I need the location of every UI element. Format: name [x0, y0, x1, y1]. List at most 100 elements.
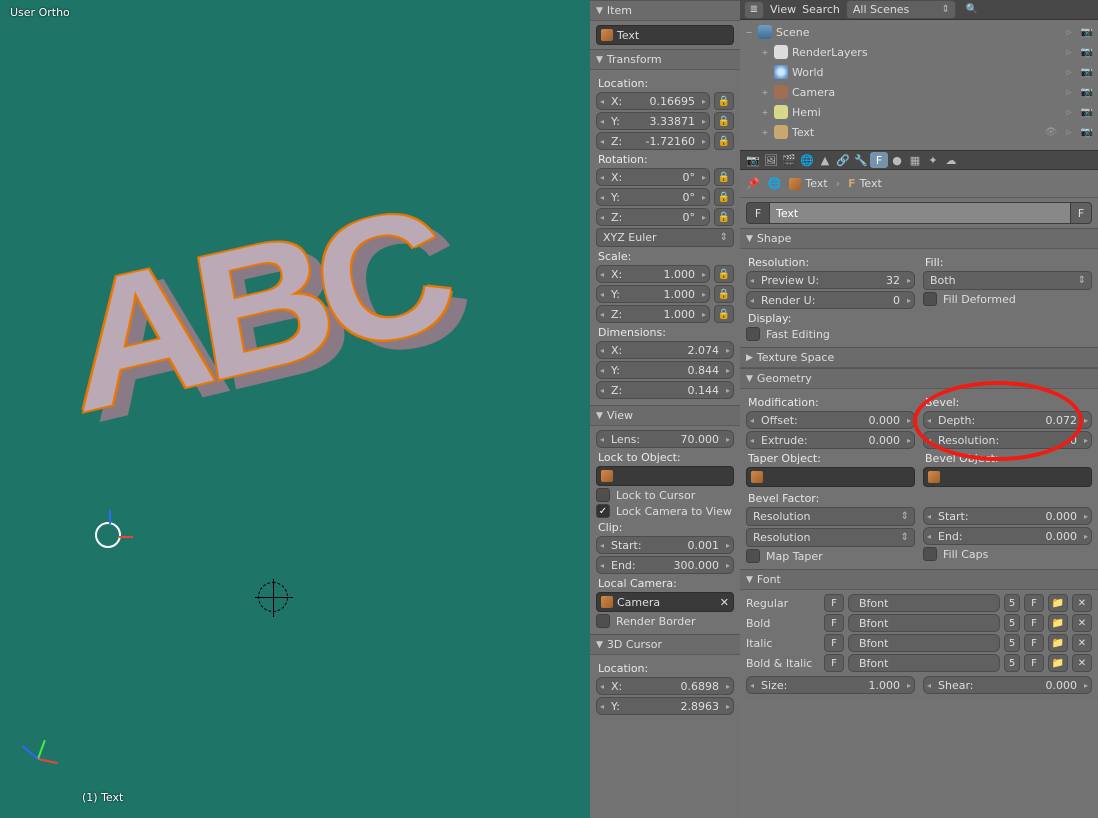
lock-icon[interactable]: 🔒: [714, 168, 734, 186]
datablock-name-input[interactable]: [770, 202, 1070, 224]
fake-user-icon[interactable]: F: [1024, 654, 1044, 672]
render-border-check[interactable]: Render Border: [596, 614, 734, 628]
font-name-field[interactable]: Bfont: [848, 614, 1000, 632]
tab-object[interactable]: ▲: [816, 152, 834, 168]
panel-transform-header[interactable]: ▼Transform: [590, 49, 740, 70]
location-z[interactable]: ◂Z:-1.72160▸: [596, 132, 710, 150]
editor-type-icon[interactable]: ≣: [744, 1, 764, 19]
lock-icon[interactable]: 🔒: [714, 188, 734, 206]
unlink-icon[interactable]: ✕: [1072, 634, 1092, 652]
rotation-x[interactable]: ◂X:0°▸: [596, 168, 710, 186]
bevel-object-field[interactable]: [923, 467, 1092, 487]
outliner-view-menu[interactable]: View: [770, 3, 796, 16]
search-icon[interactable]: 🔍: [962, 1, 982, 19]
font-browse-icon[interactable]: F: [824, 654, 844, 672]
manipulator-gizmo[interactable]: [95, 522, 121, 548]
open-file-icon[interactable]: 📁: [1048, 634, 1068, 652]
panel-shape-header[interactable]: ▼Shape: [740, 228, 1098, 249]
fast-editing-check[interactable]: Fast Editing: [746, 327, 915, 341]
tab-renderlayers[interactable]: 🖼: [762, 152, 780, 168]
font-name-field[interactable]: Bfont: [848, 634, 1000, 652]
lock-icon[interactable]: 🔒: [714, 265, 734, 283]
cursor-y[interactable]: ◂Y:2.8963▸: [596, 697, 734, 715]
restrict-select-icon[interactable]: ▹: [1062, 85, 1076, 99]
scale-x[interactable]: ◂X:1.000▸: [596, 265, 710, 283]
bevel-factor-end-mode[interactable]: Resolution: [746, 528, 915, 547]
panel-view-header[interactable]: ▼View: [590, 405, 740, 426]
font-name-field[interactable]: Bfont: [848, 654, 1000, 672]
dimension-y[interactable]: ◂Y:0.844▸: [596, 361, 734, 379]
outliner-row-renderlayers[interactable]: + RenderLayers ▹ 📷: [740, 42, 1098, 62]
lock-icon[interactable]: 🔒: [714, 305, 734, 323]
panel-item-header[interactable]: ▼Item: [590, 0, 740, 21]
lock-icon[interactable]: 🔒: [714, 112, 734, 130]
tab-constraints[interactable]: 🔗: [834, 152, 852, 168]
offset-field[interactable]: ◂Offset:0.000▸: [746, 411, 915, 429]
restrict-select-icon[interactable]: ▹: [1062, 65, 1076, 79]
dimension-x[interactable]: ◂X:2.074▸: [596, 341, 734, 359]
tab-modifiers[interactable]: 🔧: [852, 152, 870, 168]
restrict-render-icon[interactable]: 📷: [1080, 25, 1094, 39]
restrict-select-icon[interactable]: ▹: [1062, 105, 1076, 119]
clip-end[interactable]: ◂End:300.000▸: [596, 556, 734, 574]
outliner[interactable]: − Scene ▹ 📷 + RenderLayers ▹ 📷 World ▹ 📷…: [740, 20, 1098, 150]
outliner-row-camera[interactable]: + Camera ▹ 📷: [740, 82, 1098, 102]
bevel-depth-field[interactable]: ◂Depth:0.072▸: [923, 411, 1092, 429]
outliner-row-scene[interactable]: − Scene ▹ 📷: [740, 22, 1098, 42]
panel-font-header[interactable]: ▼Font: [740, 569, 1098, 590]
font-browse-icon[interactable]: F: [824, 614, 844, 632]
breadcrumb-data[interactable]: Text: [860, 177, 882, 190]
panel-texturespace-header[interactable]: ▶Texture Space: [740, 347, 1098, 368]
fill-deformed-check[interactable]: Fill Deformed: [923, 292, 1092, 306]
dimension-z[interactable]: ◂Z:0.144▸: [596, 381, 734, 399]
extrude-field[interactable]: ◂Extrude:0.000▸: [746, 431, 915, 449]
location-y[interactable]: ◂Y:3.33871▸: [596, 112, 710, 130]
bevel-factor-start-mode[interactable]: Resolution: [746, 507, 915, 526]
fake-user-icon[interactable]: F: [1024, 594, 1044, 612]
restrict-render-icon[interactable]: 📷: [1080, 125, 1094, 139]
tab-render[interactable]: 📷: [744, 152, 762, 168]
unlink-icon[interactable]: ✕: [1072, 594, 1092, 612]
clear-icon[interactable]: ✕: [720, 596, 729, 609]
rotation-mode-select[interactable]: XYZ Euler: [596, 228, 734, 247]
open-file-icon[interactable]: 📁: [1048, 594, 1068, 612]
unlink-icon[interactable]: ✕: [1072, 614, 1092, 632]
3d-viewport[interactable]: User Ortho A B C (1) Text: [0, 0, 590, 818]
lock-to-cursor-check[interactable]: Lock to Cursor: [596, 488, 734, 502]
fake-user-icon[interactable]: F: [1024, 614, 1044, 632]
lock-icon[interactable]: 🔒: [714, 132, 734, 150]
open-file-icon[interactable]: 📁: [1048, 614, 1068, 632]
tab-physics[interactable]: ☁: [942, 152, 960, 168]
render-u-field[interactable]: ◂Render U:0▸: [746, 291, 915, 309]
rotation-z[interactable]: ◂Z:0°▸: [596, 208, 710, 226]
datablock-type-icon[interactable]: F: [746, 202, 770, 224]
fake-user-button[interactable]: F: [1070, 202, 1092, 224]
rotation-y[interactable]: ◂Y:0°▸: [596, 188, 710, 206]
restrict-render-icon[interactable]: 📷: [1080, 105, 1094, 119]
bevel-resolution-field[interactable]: ◂Resolution:0▸: [923, 431, 1092, 449]
font-browse-icon[interactable]: F: [824, 634, 844, 652]
cursor-x[interactable]: ◂X:0.6898▸: [596, 677, 734, 695]
bevel-factor-end[interactable]: ◂End:0.000▸: [923, 527, 1092, 545]
lock-icon[interactable]: 🔒: [714, 92, 734, 110]
fake-user-icon[interactable]: F: [1024, 634, 1044, 652]
restrict-render-icon[interactable]: 📷: [1080, 45, 1094, 59]
location-x[interactable]: ◂X:0.16695▸: [596, 92, 710, 110]
scene-select[interactable]: All Scenes: [846, 0, 956, 19]
bevel-factor-start[interactable]: ◂Start:0.000▸: [923, 507, 1092, 525]
local-camera-field[interactable]: Camera✕: [596, 592, 734, 612]
outliner-search-menu[interactable]: Search: [802, 3, 840, 16]
restrict-select-icon[interactable]: ▹: [1062, 125, 1076, 139]
clip-start[interactable]: ◂Start:0.001▸: [596, 536, 734, 554]
preview-u-field[interactable]: ◂Preview U:32▸: [746, 271, 915, 289]
lock-camera-check[interactable]: ✓Lock Camera to View: [596, 504, 734, 518]
restrict-select-icon[interactable]: ▹: [1062, 25, 1076, 39]
fill-mode-select[interactable]: Both: [923, 271, 1092, 290]
tab-objectdata[interactable]: F: [870, 152, 888, 168]
tab-world[interactable]: 🌐: [798, 152, 816, 168]
restrict-render-icon[interactable]: 📷: [1080, 85, 1094, 99]
map-taper-check[interactable]: Map Taper: [746, 549, 915, 563]
outliner-row-hemi[interactable]: + Hemi ▹ 📷: [740, 102, 1098, 122]
eye-icon[interactable]: 👁: [1044, 125, 1058, 139]
tab-material[interactable]: ●: [888, 152, 906, 168]
